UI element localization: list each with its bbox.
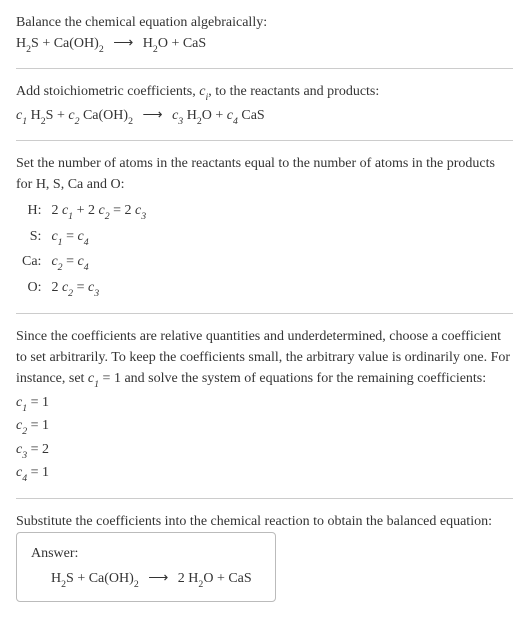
- table-row: S: c1 = c4: [16, 225, 152, 250]
- element-label: O:: [16, 276, 45, 301]
- element-label: Ca:: [16, 250, 45, 275]
- table-row: H: 2 c1 + 2 c2 = 2 c3: [16, 199, 152, 224]
- section-solve: Since the coefficients are relative quan…: [16, 326, 513, 485]
- balance-eq: 2 c1 + 2 c2 = 2 c3: [45, 199, 152, 224]
- atom-balance-table: H: 2 c1 + 2 c2 = 2 c3 S: c1 = c4 Ca: c2 …: [16, 199, 152, 301]
- answer-label: Answer:: [31, 543, 261, 564]
- balance-intro-text: Balance the chemical equation algebraica…: [16, 12, 513, 33]
- divider: [16, 140, 513, 141]
- balanced-equation: H2S + Ca(OH)2 ⟶ 2 H2O + CaS: [31, 568, 261, 591]
- solution-item: c1 = 1: [16, 392, 513, 415]
- solution-item: c2 = 1: [16, 415, 513, 438]
- balance-eq: 2 c2 = c3: [45, 276, 152, 301]
- balance-eq: c2 = c4: [45, 250, 152, 275]
- section-answer: Substitute the coefficients into the che…: [16, 511, 513, 602]
- stoich-equation: c1 H2S + c2 Ca(OH)2 ⟶ c3 H2O + c4 CaS: [16, 105, 513, 128]
- eq-rhs: H2O + CaS: [143, 36, 206, 51]
- element-label: S:: [16, 225, 45, 250]
- section-atom-balance: Set the number of atoms in the reactants…: [16, 153, 513, 301]
- answer-box: Answer: H2S + Ca(OH)2 ⟶ 2 H2O + CaS: [16, 532, 276, 602]
- solve-intro: Since the coefficients are relative quan…: [16, 326, 513, 391]
- reaction-arrow-icon: ⟶: [113, 33, 133, 54]
- balance-eq: c1 = c4: [45, 225, 152, 250]
- table-row: Ca: c2 = c4: [16, 250, 152, 275]
- divider: [16, 68, 513, 69]
- substitute-intro: Substitute the coefficients into the che…: [16, 511, 513, 532]
- unbalanced-equation: H2S + Ca(OH)2 ⟶ H2O + CaS: [16, 33, 513, 56]
- reaction-arrow-icon: ⟶: [142, 105, 162, 126]
- solution-item: c4 = 1: [16, 462, 513, 485]
- ci-symbol: ci: [199, 84, 208, 99]
- table-row: O: 2 c2 = c3: [16, 276, 152, 301]
- atom-balance-intro: Set the number of atoms in the reactants…: [16, 153, 513, 195]
- section-stoich-coeffs: Add stoichiometric coefficients, ci, to …: [16, 81, 513, 128]
- divider: [16, 498, 513, 499]
- solution-list: c1 = 1 c2 = 1 c3 = 2 c4 = 1: [16, 392, 513, 486]
- reaction-arrow-icon: ⟶: [148, 568, 168, 589]
- eq-lhs: H2S + Ca(OH)2: [16, 36, 104, 51]
- solution-item: c3 = 2: [16, 439, 513, 462]
- element-label: H:: [16, 199, 45, 224]
- stoich-intro: Add stoichiometric coefficients, ci, to …: [16, 81, 513, 104]
- section-balance-intro: Balance the chemical equation algebraica…: [16, 12, 513, 56]
- divider: [16, 313, 513, 314]
